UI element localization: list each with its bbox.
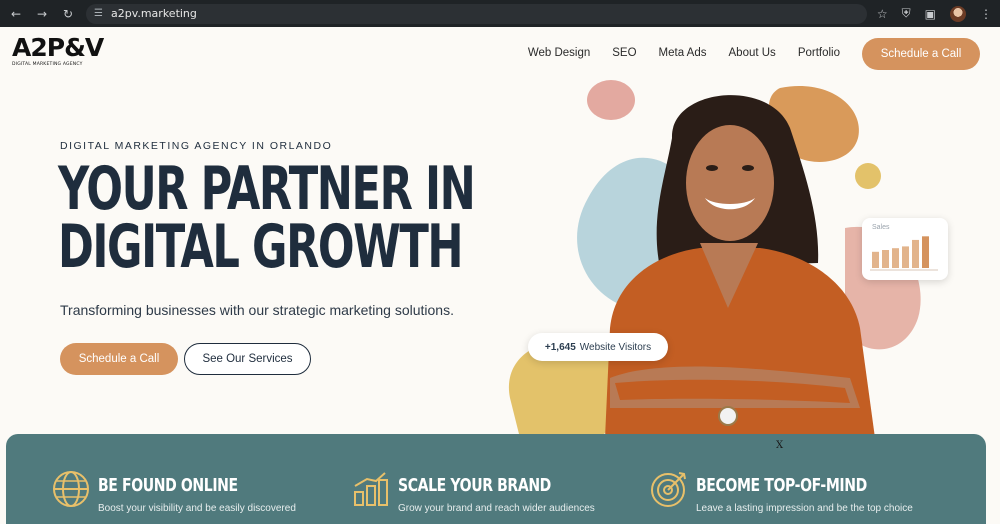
nav-about-us[interactable]: About Us — [729, 47, 776, 59]
address-bar[interactable]: ☰ a2pv.marketing — [86, 3, 867, 24]
sales-bar — [902, 246, 909, 268]
feature-description: Boost your visibility and be easily disc… — [98, 503, 296, 514]
pink-blob — [587, 80, 635, 120]
headline-line-1: YOUR PARTNER IN — [58, 154, 476, 224]
logo-mark: A2P&V — [12, 33, 104, 62]
feature-scale-your-brand: SCALE YOUR BRAND Grow your brand and rea… — [352, 470, 595, 514]
schedule-call-header-button[interactable]: Schedule a Call — [862, 38, 980, 70]
back-icon[interactable]: ← — [8, 6, 24, 22]
extensions-icon[interactable]: ▣ — [925, 7, 936, 21]
feature-become-top-of-mind: BECOME TOP-OF-MIND Leave a lasting impre… — [650, 470, 915, 514]
sales-bar — [872, 251, 879, 268]
logo[interactable]: A2P&V DIGITAL MARKETING AGENCY — [12, 35, 112, 75]
hero-subtext: Transforming businesses with our strateg… — [60, 302, 454, 318]
site-header: A2P&V DIGITAL MARKETING AGENCY Web Desig… — [0, 27, 1000, 83]
sales-bars — [870, 236, 938, 271]
visitors-count: +1,645 — [544, 341, 576, 353]
nav-meta-ads[interactable]: Meta Ads — [659, 47, 707, 59]
feature-title: SCALE YOUR BRAND — [398, 475, 551, 496]
see-services-button[interactable]: See Our Services — [184, 343, 311, 375]
target-icon — [651, 472, 686, 507]
hero-headline: YOUR PARTNER IN DIGITAL GROWTH — [58, 154, 476, 282]
feature-title: BE FOUND ONLINE — [98, 475, 238, 496]
url-text: a2pv.marketing — [110, 7, 197, 20]
browser-toolbar: ← → ↻ ☰ a2pv.marketing ☆ ⛨ ▣ ⋮ — [0, 0, 1000, 27]
visitors-badge: +1,645 Website Visitors — [528, 333, 668, 361]
feature-description: Grow your brand and reach wider audience… — [398, 503, 595, 514]
menu-icon[interactable]: ⋮ — [980, 7, 992, 21]
bar-chart-icon — [354, 472, 388, 506]
headline-line-2: DIGITAL GROWTH — [58, 212, 464, 282]
visitors-label: Website Visitors — [579, 341, 652, 353]
forward-icon[interactable]: → — [34, 6, 50, 22]
shield-icon[interactable]: ⛨ — [902, 6, 911, 21]
sales-bar — [922, 236, 929, 268]
sales-bar — [882, 250, 889, 268]
profile-avatar[interactable] — [950, 5, 966, 22]
sales-bar — [912, 239, 919, 268]
sales-chart-card: Sales — [862, 218, 948, 280]
sales-bar — [892, 248, 899, 268]
nav-portfolio[interactable]: Portfolio — [798, 47, 840, 59]
bookmark-star-icon[interactable]: ☆ — [877, 7, 888, 21]
schedule-call-button[interactable]: Schedule a Call — [60, 343, 178, 375]
feature-description: Leave a lasting impression and be the to… — [696, 503, 913, 514]
reload-icon[interactable]: ↻ — [60, 6, 76, 22]
yellow-dot — [855, 163, 881, 189]
close-icon[interactable]: X — [776, 440, 783, 451]
feature-be-found-online: BE FOUND ONLINE Boost your visibility an… — [52, 470, 296, 514]
nav-web-design[interactable]: Web Design — [528, 47, 590, 59]
globe-icon — [53, 471, 89, 507]
site-info-icon[interactable]: ☰ — [94, 8, 103, 19]
feature-title: BECOME TOP-OF-MIND — [696, 475, 867, 496]
main-nav: Web Design SEO Meta Ads About Us Portfol… — [528, 47, 840, 59]
nav-seo[interactable]: SEO — [612, 47, 636, 59]
logo-tagline: DIGITAL MARKETING AGENCY — [12, 62, 83, 67]
hero-eyebrow: DIGITAL MARKETING AGENCY IN ORLANDO — [60, 140, 333, 152]
